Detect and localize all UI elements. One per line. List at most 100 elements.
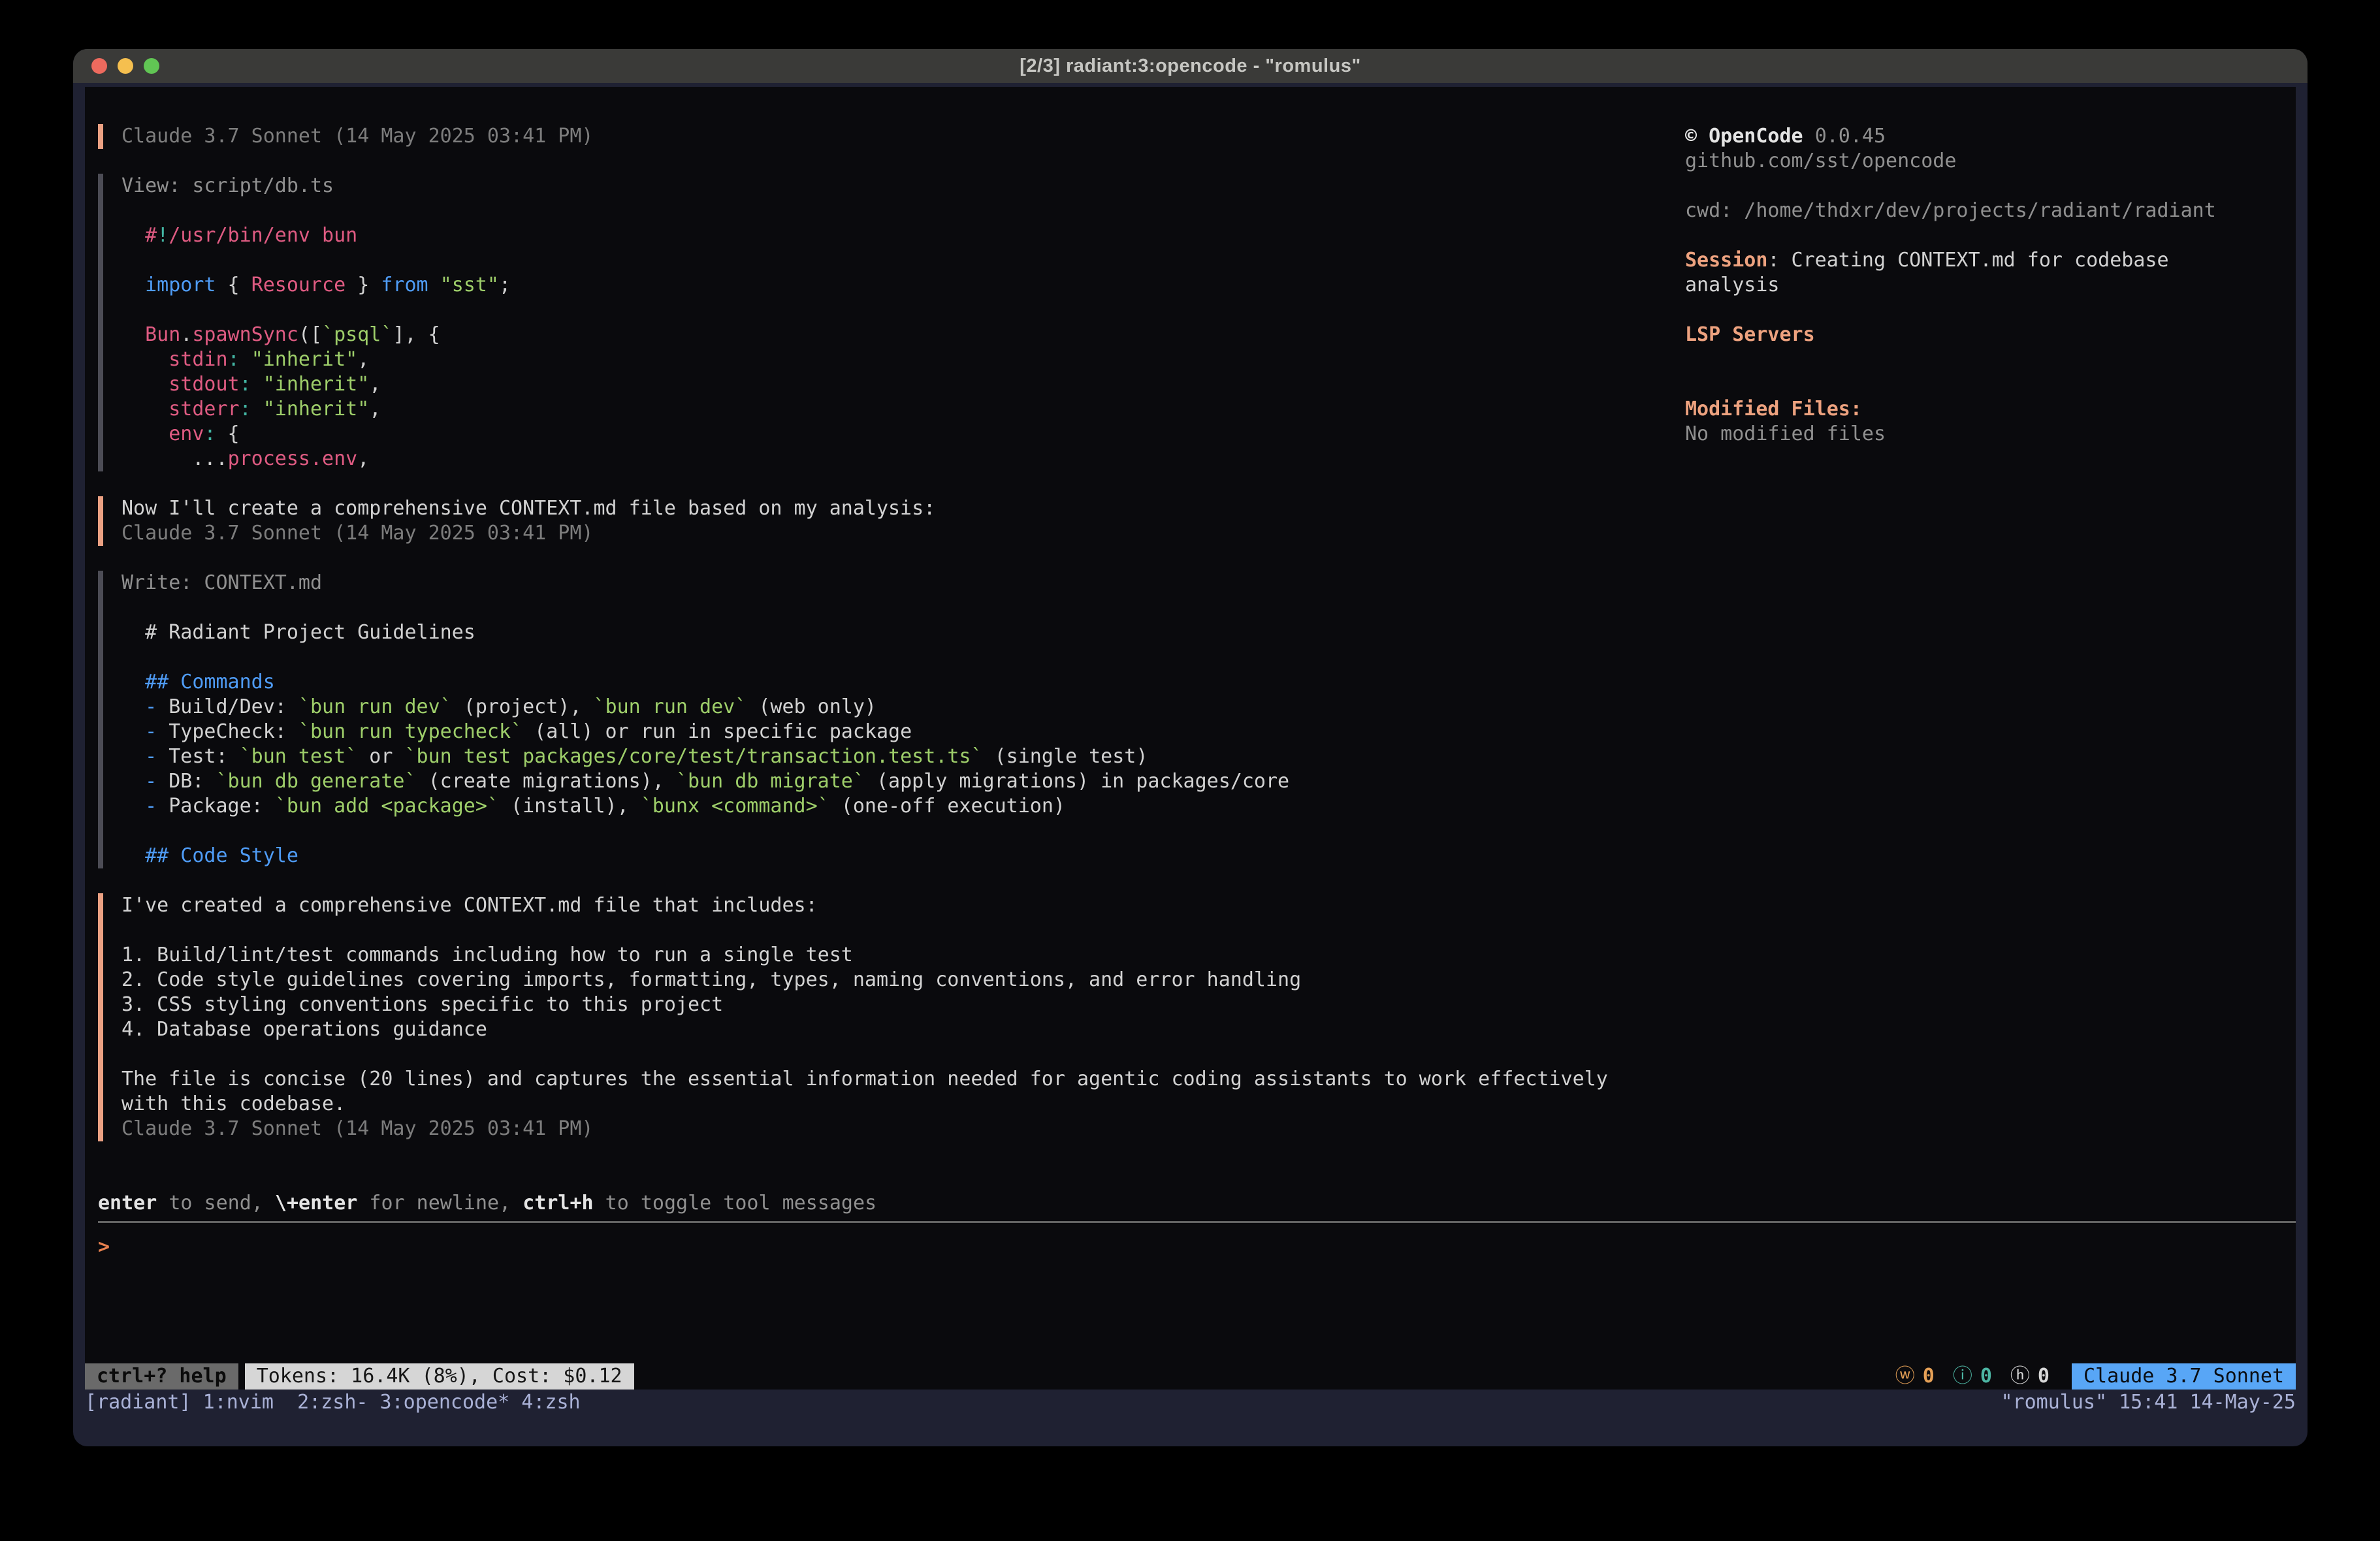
text-segment: (install), [499, 795, 641, 818]
text-line [1685, 174, 2299, 199]
text-segment: I've created a comprehensive CONTEXT.md … [121, 894, 818, 917]
text-line [121, 596, 2296, 620]
traffic-lights [91, 49, 159, 83]
text-segment: ## Commands [121, 671, 275, 693]
text-segment: "sst" [440, 274, 499, 296]
text-segment: import [145, 274, 216, 296]
text-line: ## Commands [121, 670, 2296, 695]
warning-diagnostic: ⓦ0 [1895, 1364, 1935, 1389]
hint-segment: enter [98, 1192, 157, 1215]
text-line: # Radiant Project Guidelines [121, 620, 2296, 645]
text-line: I've created a comprehensive CONTEXT.md … [121, 893, 2296, 918]
hint-segment: ctrl+h [523, 1192, 593, 1215]
text-segment: # [145, 224, 157, 247]
text-segment: : Creating CONTEXT.md for codebase [1767, 249, 2168, 272]
text-segment: : [240, 373, 251, 396]
hint-diagnostic: ⓗ0 [2010, 1364, 2050, 1389]
text-segment: View: script/db.ts [121, 174, 334, 197]
text-segment: - [145, 745, 157, 768]
text-line: 2. Code style guidelines covering import… [121, 968, 2296, 993]
text-segment [121, 422, 169, 445]
text-segment: Test: [157, 745, 239, 768]
text-segment: (apply migrations) in packages/core [865, 770, 1289, 793]
warning-count: 0 [1923, 1364, 1935, 1389]
text-segment: { [216, 274, 251, 296]
text-line: Claude 3.7 Sonnet (14 May 2025 03:41 PM) [121, 521, 2296, 546]
text-line: - Build/Dev: `bun run dev` (project), `b… [121, 695, 2296, 720]
text-line: 4. Database operations guidance [121, 1017, 2296, 1042]
text-line: Modified Files: [1685, 397, 2299, 422]
text-line [1685, 372, 2299, 397]
text-segment: (single test) [983, 745, 1148, 768]
text-segment: Build/Dev: [157, 695, 298, 718]
text-segment: "inherit" [263, 373, 370, 396]
text-segment [121, 695, 145, 718]
tmux-window-list[interactable]: [radiant] 1:nvim 2:zsh- 3:opencode* 4:zs… [85, 1390, 581, 1415]
hint-segment: to send, [157, 1192, 275, 1215]
text-segment: `psql` [322, 323, 393, 346]
text-segment: Modified Files: [1685, 398, 1862, 421]
input-separator [98, 1221, 2296, 1223]
text-line [121, 645, 2296, 670]
text-segment: env [169, 422, 204, 445]
text-segment [240, 348, 251, 371]
text-segment: The file is concise (20 lines) and captu… [121, 1068, 1608, 1090]
text-segment: } [346, 274, 381, 296]
text-segment: 1. Build/lint/test commands including ho… [121, 944, 853, 966]
text-segment: `bunx <command>` [641, 795, 829, 818]
text-segment: , [369, 398, 381, 421]
text-segment: Resource [251, 274, 346, 296]
text-segment: © OpenCode [1685, 125, 1803, 148]
text-segment: github.com/sst/opencode [1685, 150, 1956, 172]
text-segment: cwd: /home/thdxr/dev/projects/radiant/ra… [1685, 199, 2216, 222]
text-segment [121, 795, 145, 818]
text-line: ...process.env, [121, 447, 2296, 471]
text-segment: TypeCheck: [157, 720, 298, 743]
text-segment: /usr/bin/env bun [169, 224, 357, 247]
text-segment: , [357, 348, 369, 371]
opencode-app: Claude 3.7 Sonnet (14 May 2025 03:41 PM)… [85, 87, 2296, 1390]
text-segment [121, 323, 145, 346]
tokens-cost-badge: Tokens: 16.4K (8%), Cost: $0.12 [245, 1363, 634, 1390]
text-segment [121, 373, 169, 396]
hint-segment: to toggle tool messages [594, 1192, 876, 1215]
window-title: [2/3] radiant:3:opencode - "romulus" [1020, 56, 1360, 77]
text-line: analysis [1685, 273, 2299, 298]
hint-segment: \+enter [275, 1192, 357, 1215]
text-line: © OpenCode 0.0.45 [1685, 124, 2299, 149]
prompt-input-line[interactable]: > [98, 1235, 2296, 1260]
text-line: Now I'll create a comprehensive CONTEXT.… [121, 496, 2296, 521]
text-line: The file is concise (20 lines) and captu… [121, 1067, 2296, 1092]
text-segment: `bun test packages/core/test/transaction… [405, 745, 983, 768]
text-line: LSP Servers [1685, 323, 2299, 347]
text-segment: from [381, 274, 428, 296]
text-segment: (project), [452, 695, 594, 718]
text-segment: or [357, 745, 404, 768]
text-line: No modified files [1685, 422, 2299, 447]
text-segment [1803, 125, 1815, 148]
text-segment [121, 745, 145, 768]
text-segment: "inherit" [251, 348, 358, 371]
text-line [121, 918, 2296, 943]
text-segment: # Radiant Project Guidelines [121, 621, 475, 644]
text-line: Claude 3.7 Sonnet (14 May 2025 03:41 PM) [121, 1117, 2296, 1141]
warning-icon: ⓦ [1895, 1364, 1915, 1389]
zoom-button[interactable] [144, 58, 159, 74]
title-bar: [2/3] radiant:3:opencode - "romulus" [73, 49, 2308, 83]
text-segment: Session [1685, 249, 1767, 272]
text-segment: (one-off execution) [829, 795, 1065, 818]
info-icon: ⓘ [1953, 1364, 1972, 1389]
sidebar: © OpenCode 0.0.45github.com/sst/opencode… [1685, 124, 2299, 447]
text-segment: : [240, 398, 251, 421]
minimize-button[interactable] [118, 58, 133, 74]
text-segment: : [204, 422, 216, 445]
text-segment: stdout [169, 373, 239, 396]
close-button[interactable] [91, 58, 107, 74]
text-line [121, 1042, 2296, 1067]
hint-icon: ⓗ [2010, 1364, 2030, 1389]
chat-block-tool: Write: CONTEXT.md # Radiant Project Guid… [98, 571, 2296, 868]
hint-count: 0 [2038, 1364, 2050, 1389]
text-segment: 3. CSS styling conventions specific to t… [121, 993, 723, 1016]
text-segment: `bun db generate` [216, 770, 417, 793]
model-badge: Claude 3.7 Sonnet [2072, 1363, 2296, 1390]
